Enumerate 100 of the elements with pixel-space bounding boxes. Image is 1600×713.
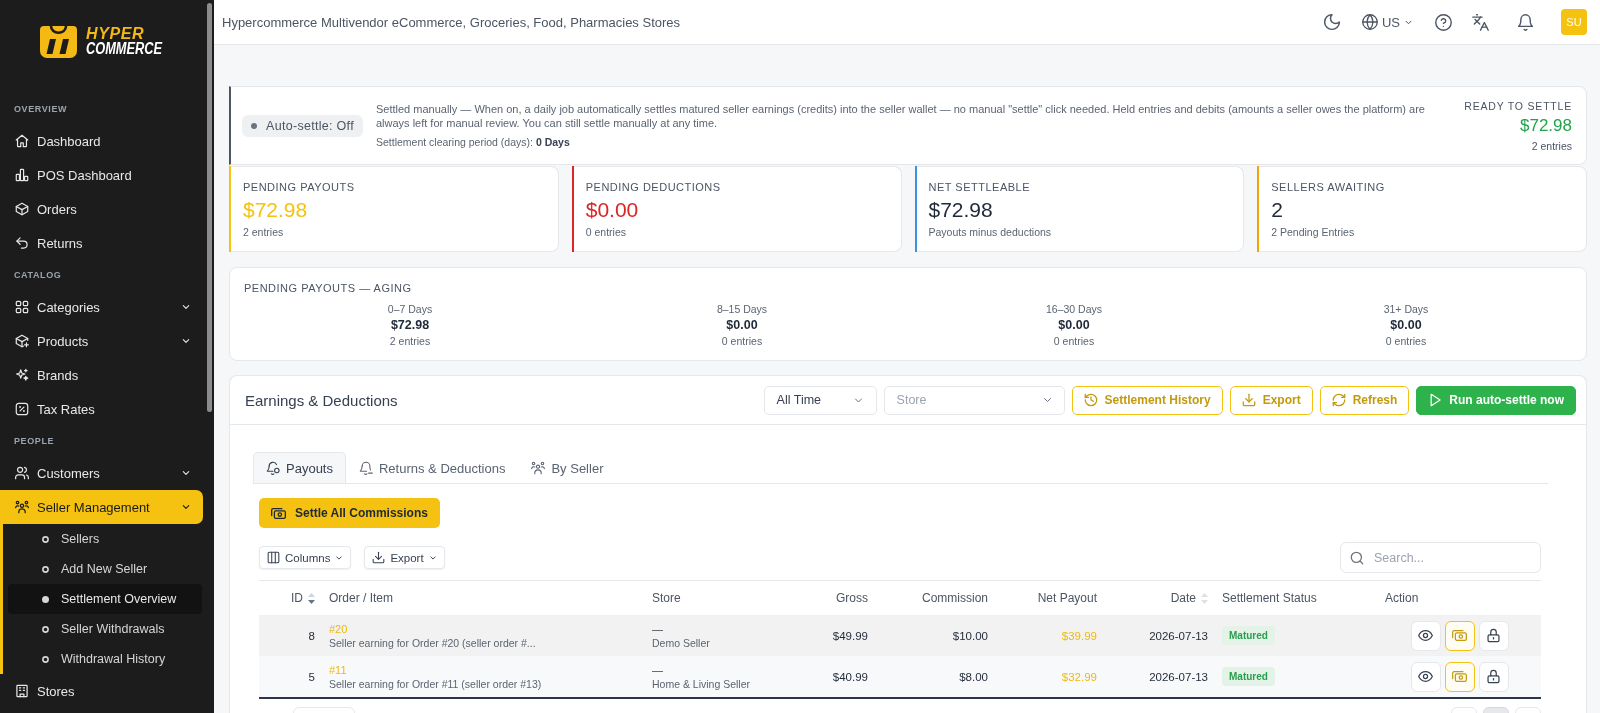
sparkle-icon xyxy=(15,368,29,382)
table-cell-text: $49.99 xyxy=(831,628,869,644)
logo-text: HYPER xyxy=(86,26,145,41)
column-header[interactable]: Date xyxy=(1104,581,1215,615)
aging-bucket-label: 8–15 Days xyxy=(716,302,768,316)
percent-icon xyxy=(15,402,29,416)
store-select[interactable]: Store xyxy=(883,385,1065,415)
search-field[interactable]: Search... xyxy=(1340,542,1541,573)
sidebar-item[interactable]: Seller Management xyxy=(0,490,203,524)
sidebar-item[interactable]: POS Dashboard xyxy=(0,158,203,192)
table-cell-text: $40.99 xyxy=(831,669,869,685)
scrollbar-thumb[interactable] xyxy=(207,3,212,412)
sidebar-item[interactable]: Returns xyxy=(0,226,203,260)
stat-value: 2 xyxy=(1271,197,1283,223)
sidebar-item[interactable]: Stores xyxy=(0,674,203,708)
locale-button[interactable]: US xyxy=(1361,14,1413,30)
table-cell-text: $39.99 xyxy=(1060,628,1098,644)
chevron-down-icon xyxy=(181,468,191,478)
bar-chart-icon xyxy=(15,168,29,182)
eye-icon xyxy=(1418,669,1433,684)
store-code: — xyxy=(652,662,663,677)
ready-label: READY TO SETTLE xyxy=(1464,98,1572,113)
sidebar-subitem[interactable]: Sellers xyxy=(8,524,202,554)
box-icon xyxy=(15,202,29,216)
download-icon xyxy=(1241,393,1256,407)
aging-bucket-label: 0–7 Days xyxy=(387,302,433,316)
view-button[interactable] xyxy=(1410,661,1441,692)
export-button[interactable]: Export xyxy=(364,546,445,569)
play-icon xyxy=(1428,393,1443,407)
item-description: Seller earning for Order #11 (seller order #13) xyxy=(329,676,542,691)
ring-icon xyxy=(42,535,49,543)
stat-label: SELLERS AWAITING xyxy=(1271,180,1385,194)
stat-note: 2 entries xyxy=(243,225,284,239)
sidebar-item[interactable]: Tax Rates xyxy=(0,392,203,426)
ready-entries: 2 entries xyxy=(1531,138,1572,153)
sidebar-subitem[interactable]: Settlement Overview xyxy=(8,584,202,614)
ring-icon xyxy=(42,565,49,573)
chevron-down-icon xyxy=(181,336,191,346)
aging-bucket-label: 16–30 Days xyxy=(1045,302,1102,316)
cash-icon xyxy=(1452,669,1467,684)
sidebar-subitem[interactable]: Seller Withdrawals xyxy=(8,614,202,644)
stat-value: $72.98 xyxy=(243,197,308,223)
lock-button[interactable] xyxy=(1478,620,1509,651)
stat-label: PENDING PAYOUTS xyxy=(243,180,355,194)
chevron-down-icon xyxy=(181,502,191,512)
aging-bucket-label: 31+ Days xyxy=(1383,302,1429,316)
logo-text: COMMERCE xyxy=(86,41,163,56)
item-description: Seller earning for Order #20 (seller order #... xyxy=(329,635,536,650)
help-icon[interactable] xyxy=(1435,13,1452,31)
store-name: Demo Seller xyxy=(652,635,710,650)
table-cell-text: 8 xyxy=(307,628,316,644)
table-cell-text: 2026-07-13 xyxy=(1148,669,1209,685)
sidebar-item[interactable]: Dashboard xyxy=(0,124,203,158)
download-icon xyxy=(372,551,386,564)
section-title: Earnings & Deductions xyxy=(245,391,399,409)
refresh-icon xyxy=(1331,393,1346,407)
sidebar-item[interactable]: Customers xyxy=(0,456,203,490)
stat-note: Payouts minus deductions xyxy=(928,225,1052,239)
column-header: Net Payout xyxy=(1036,590,1098,607)
clearing-period-text: Settlement clearing period (days): 0 Days xyxy=(375,135,570,149)
sidebar-subitem[interactable]: Add New Seller xyxy=(8,554,202,584)
view-button[interactable] xyxy=(1410,620,1441,651)
aging-amount: $0.00 xyxy=(1390,317,1422,333)
ring-icon xyxy=(42,625,49,633)
lock-button[interactable] xyxy=(1478,661,1509,692)
column-header: Gross xyxy=(835,590,869,607)
stat-note: 0 entries xyxy=(585,225,627,239)
column-header[interactable]: ID xyxy=(259,581,322,615)
clock-arrow-icon xyxy=(1083,393,1098,407)
tab[interactable]: By Seller xyxy=(518,452,617,483)
table-cell-text: $8.00 xyxy=(958,669,989,685)
sidebar-section-label: OVERVIEW xyxy=(14,103,68,115)
columns-icon xyxy=(267,551,280,564)
dot-icon xyxy=(42,595,49,603)
store-name: Home & Living Seller xyxy=(652,676,751,691)
column-header: Order / Item xyxy=(328,590,394,607)
sidebar-item[interactable]: Products xyxy=(0,324,203,358)
aging-amount: $0.00 xyxy=(1058,317,1090,333)
sort-icon xyxy=(1201,592,1208,604)
chevron-down-icon xyxy=(335,553,344,562)
status-badge: Matured xyxy=(1222,626,1275,645)
sidebar-item[interactable]: Categories xyxy=(0,290,203,324)
table-cell-text: 5 xyxy=(307,669,316,685)
sidebar-item[interactable]: Brands xyxy=(0,358,203,392)
tab[interactable]: Returns & Deductions xyxy=(346,452,519,483)
users-icon xyxy=(15,466,29,480)
sidebar-subitem[interactable]: Withdrawal History xyxy=(8,644,202,674)
table-cell-text: $10.00 xyxy=(951,628,989,644)
store-code: — xyxy=(652,621,663,636)
translate-icon[interactable] xyxy=(1472,13,1489,31)
moon-icon[interactable] xyxy=(1322,13,1341,31)
aging-amount: $72.98 xyxy=(390,317,430,333)
settle-all-button[interactable]: Settle All Commissions xyxy=(259,498,440,528)
sidebar-item[interactable]: Orders xyxy=(0,192,203,226)
columns-button[interactable]: Columns xyxy=(259,546,352,569)
bell-icon[interactable] xyxy=(1517,13,1534,31)
page-title: Hypercommerce Multivendor eCommerce, Groceries, Food, Pharmacies Stores xyxy=(222,14,682,30)
aging-entries: 0 entries xyxy=(1053,334,1095,348)
tab[interactable]: Payouts xyxy=(253,452,346,483)
period-select[interactable]: All Time xyxy=(763,385,877,415)
